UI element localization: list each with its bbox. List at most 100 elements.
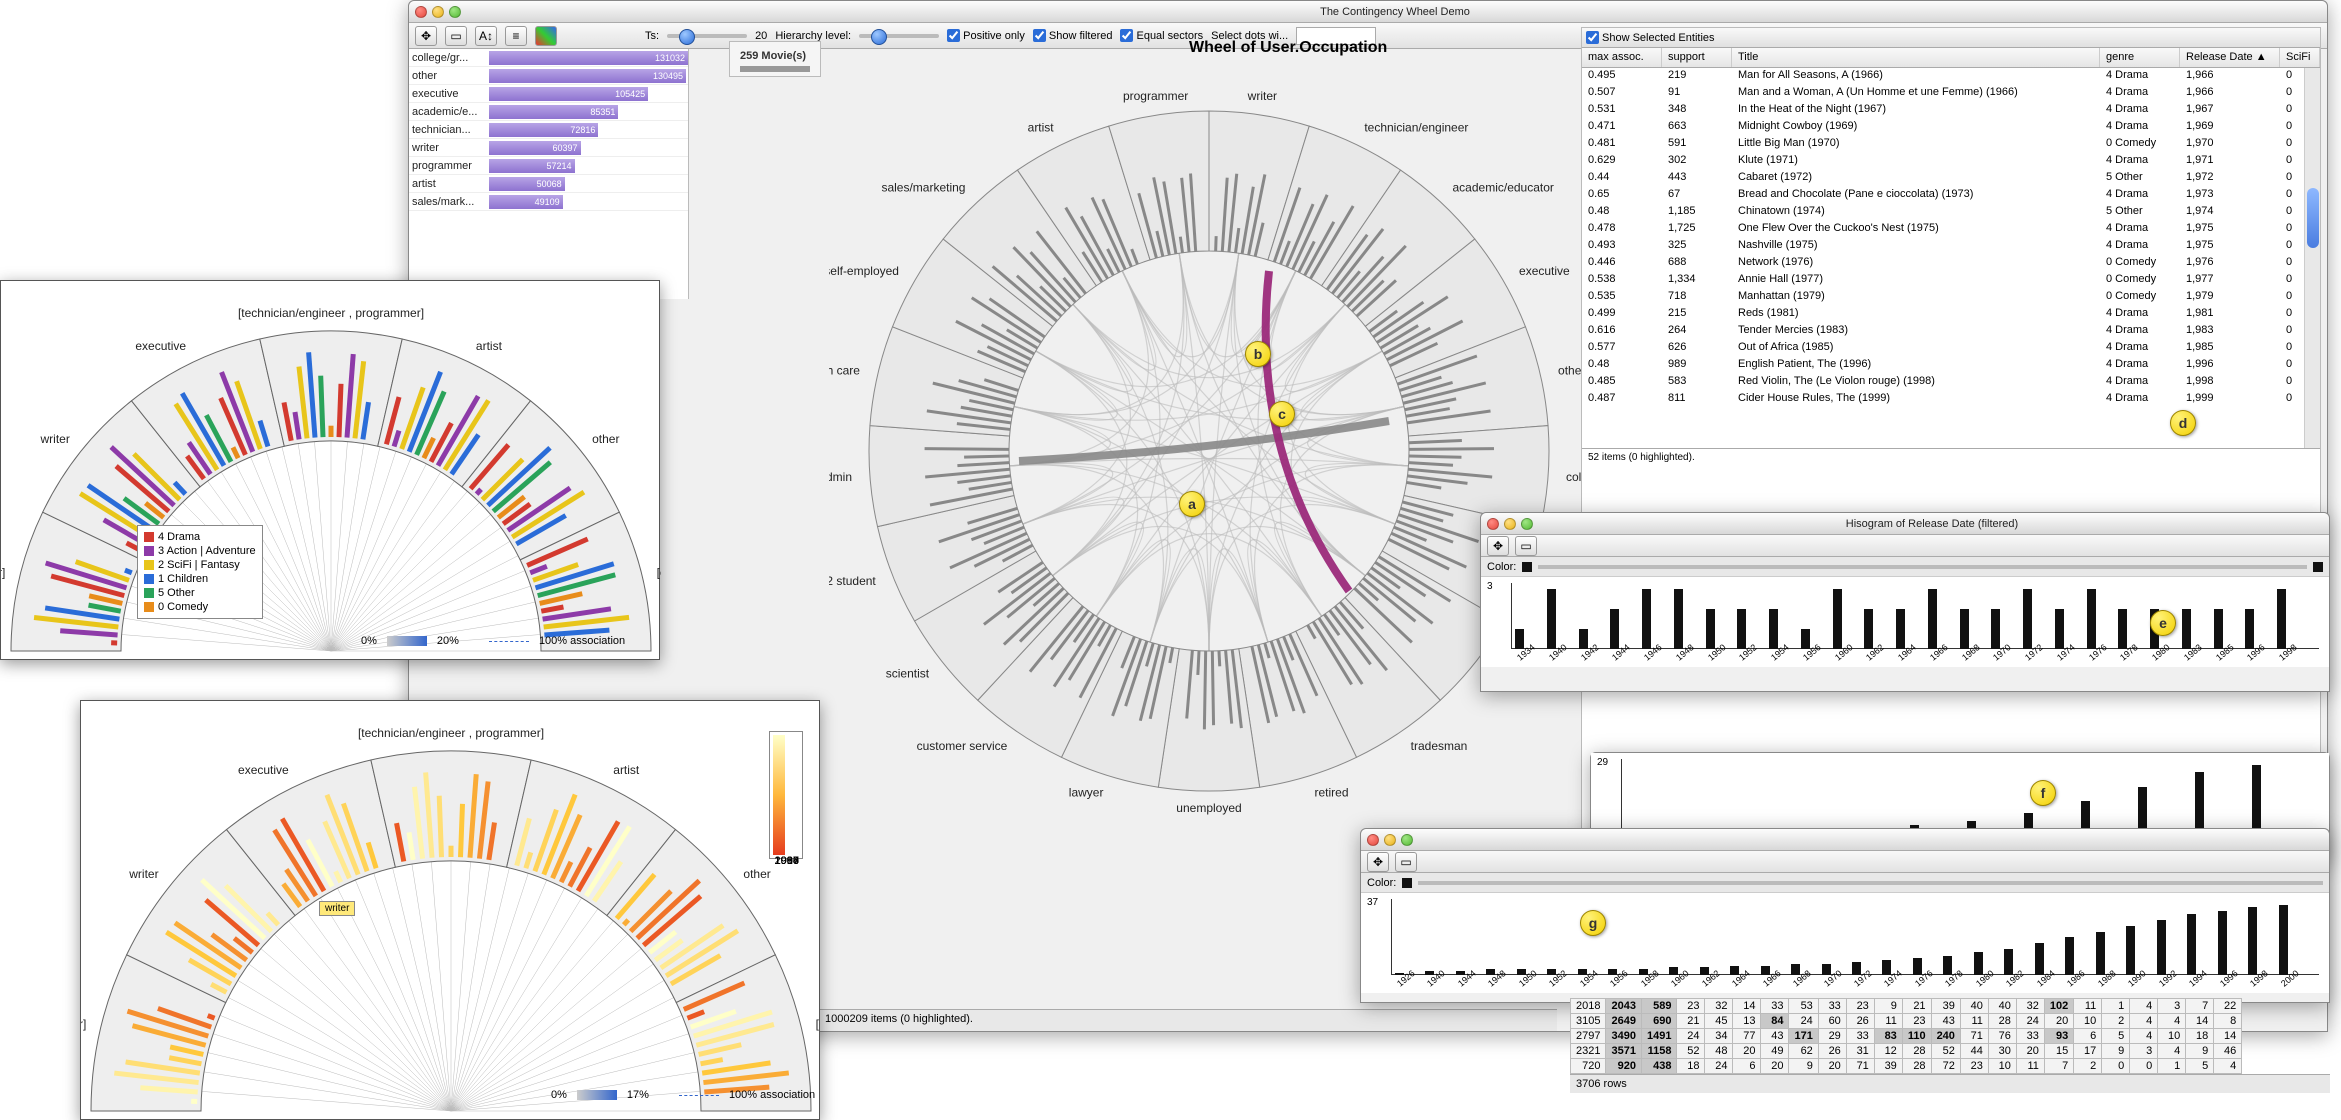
hier-slider[interactable] [859, 34, 939, 38]
color-label: Color: [1487, 561, 1516, 573]
col-genre[interactable]: genre [2100, 48, 2180, 67]
col-title[interactable]: Title [1732, 48, 2100, 67]
table-row[interactable]: 0.485583Red Violin, The (Le Violon rouge… [1582, 374, 2320, 391]
show-entities-check[interactable]: Show Selected Entities [1586, 31, 1715, 44]
close-icon[interactable] [1367, 834, 1379, 846]
col-scifi[interactable]: SciFi [2280, 48, 2320, 67]
col-releasedate[interactable]: Release Date ▲ [2180, 48, 2280, 67]
table-row[interactable]: 0.535718Manhattan (1979)0 Comedy1,9790 [1582, 289, 2320, 306]
minimize-icon[interactable] [432, 6, 444, 18]
bar-row[interactable]: sales/mark...49109 [409, 193, 688, 211]
positive-only-check[interactable]: Positive only [947, 29, 1025, 42]
hist-filtered-titlebar[interactable]: Hisogram of Release Date (filtered) [1481, 513, 2329, 535]
col-support[interactable]: support [1662, 48, 1732, 67]
table-row[interactable]: 0.44443Cabaret (1972)5 Other1,9720 [1582, 170, 2320, 187]
minimize-icon[interactable] [1504, 518, 1516, 530]
bar-row[interactable]: programmer57214 [409, 157, 688, 175]
movie-count-badge: 259 Movie(s) [729, 41, 821, 77]
marker-e: e [2150, 610, 2176, 636]
select-tool-icon[interactable]: ▭ [445, 26, 467, 46]
table-row[interactable]: 0.50791Man and a Woman, A (Un Homme et u… [1582, 85, 2320, 102]
minimize-icon[interactable] [1384, 834, 1396, 846]
traffic-lights[interactable] [415, 6, 461, 18]
show-filtered-check[interactable]: Show filtered [1033, 29, 1113, 42]
marker-g: g [1580, 910, 1606, 936]
select-tool-icon[interactable]: ▭ [1515, 536, 1537, 556]
color-swatch[interactable] [2313, 562, 2323, 572]
filter-tool-icon[interactable]: ≡ [505, 26, 527, 46]
table-row[interactable]: 0.616264Tender Mercies (1983)4 Drama1,98… [1582, 323, 2320, 340]
window-title: The Contingency Wheel Demo [469, 6, 2321, 18]
svg-text:artist: artist [476, 339, 503, 353]
svg-text:retired: retired [1315, 785, 1349, 799]
table-row[interactable]: 0.4781,725One Flew Over the Cuckoo's Nes… [1582, 221, 2320, 238]
marker-d: d [2170, 410, 2196, 436]
bar-row[interactable]: other130495 [409, 67, 688, 85]
color-tool-icon[interactable] [535, 26, 557, 46]
entities-scrollbar[interactable] [2304, 68, 2320, 448]
svg-text:tradesman: tradesman [1411, 739, 1468, 753]
svg-text:other: other [592, 432, 619, 446]
sort-tool-icon[interactable]: A↕ [475, 26, 497, 46]
zoom-icon[interactable] [449, 6, 461, 18]
table-row[interactable]: 0.48989English Patient, The (1996)4 Dram… [1582, 357, 2320, 374]
table-row[interactable]: 0.481,185Chinatown (1974)5 Other1,9740 [1582, 204, 2320, 221]
table-row[interactable]: 0.531348In the Heat of the Night (1967)4… [1582, 102, 2320, 119]
color-slider[interactable] [1418, 881, 2323, 885]
color-swatch[interactable] [1522, 562, 1532, 572]
move-tool-icon[interactable]: ✥ [415, 26, 437, 46]
svg-text:[retired, academic/educator]: [retired, academic/educator] [1, 566, 5, 580]
color-slider[interactable] [1538, 565, 2307, 569]
bar-row[interactable]: executive105425 [409, 85, 688, 103]
bar-row[interactable]: academic/e...85351 [409, 103, 688, 121]
bar-row[interactable]: college/gr...131032 [409, 49, 688, 67]
table-row[interactable]: 0.5381,334Annie Hall (1977)0 Comedy1,977… [1582, 272, 2320, 289]
table-row[interactable]: 0.6567Bread and Chocolate (Pane e ciocco… [1582, 187, 2320, 204]
bar-row[interactable]: writer60397 [409, 139, 688, 157]
svg-text:[college/grad student , K-12 s: [college/grad student , K-12 student] [657, 566, 661, 580]
svg-text:executive: executive [238, 763, 289, 777]
table-row[interactable]: 0.446688Network (1976)0 Comedy1,9760 [1582, 255, 2320, 272]
hist-full-plot[interactable]: 3719261940194419481950195219541956195819… [1361, 893, 2329, 993]
svg-text:technician/engineer: technician/engineer [1364, 121, 1468, 135]
contingency-numeric-grid[interactable]: 2018204358923321433533323921394040321021… [1570, 998, 2330, 1093]
svg-text:[technician/engineer , program: [technician/engineer , programmer] [358, 726, 544, 740]
zoom-icon[interactable] [1401, 834, 1413, 846]
move-tool-icon[interactable]: ✥ [1487, 536, 1509, 556]
svg-text:self-employed: self-employed [829, 264, 899, 278]
marker-b: b [1245, 341, 1271, 367]
hist-full-titlebar[interactable] [1361, 829, 2329, 851]
table-row[interactable]: 0.495219Man for All Seasons, A (1966)4 D… [1582, 68, 2320, 85]
table-row[interactable]: 0.487811Cider House Rules, The (1999)4 D… [1582, 391, 2320, 408]
svg-text:sales/marketing: sales/marketing [881, 181, 965, 195]
table-row[interactable]: 0.577626Out of Africa (1985)4 Drama1,985… [1582, 340, 2320, 357]
svg-text:[technician/engineer , program: [technician/engineer , programmer] [238, 306, 424, 320]
svg-text:programmer: programmer [1123, 89, 1188, 103]
table-row[interactable]: 0.499215Reds (1981)4 Drama1,9810 [1582, 306, 2320, 323]
contingency-wheel[interactable]: writertechnician/engineeracademic/educat… [829, 71, 1589, 831]
table-row[interactable]: 0.629302Klute (1971)4 Drama1,9710 [1582, 153, 2320, 170]
bar-row[interactable]: technician...72816 [409, 121, 688, 139]
svg-text:executive: executive [135, 339, 186, 353]
table-row[interactable]: 0.481591Little Big Man (1970)0 Comedy1,9… [1582, 136, 2320, 153]
col-maxassoc[interactable]: max assoc. [1582, 48, 1662, 67]
hist-filtered-plot[interactable]: 3193419401942194419461948195019521954195… [1481, 577, 2329, 667]
table-row[interactable]: 0.493325Nashville (1975)4 Drama1,9750 [1582, 238, 2320, 255]
inset-a-assoc: 0%20% 100% association [361, 635, 625, 647]
inset-b-assoc: 0%17% 100% association [551, 1089, 815, 1101]
svg-text:artist: artist [1028, 121, 1055, 135]
marker-f: f [2030, 780, 2056, 806]
color-swatch[interactable] [1402, 878, 1412, 888]
select-tool-icon[interactable]: ▭ [1395, 852, 1417, 872]
entities-body[interactable]: 0.495219Man for All Seasons, A (1966)4 D… [1582, 68, 2320, 448]
bar-row[interactable]: artist50068 [409, 175, 688, 193]
ts-slider[interactable] [667, 34, 747, 38]
table-row[interactable]: 0.471663Midnight Cowboy (1969)4 Drama1,9… [1582, 119, 2320, 136]
main-titlebar[interactable]: The Contingency Wheel Demo [409, 1, 2327, 23]
zoom-icon[interactable] [1521, 518, 1533, 530]
move-tool-icon[interactable]: ✥ [1367, 852, 1389, 872]
close-icon[interactable] [415, 6, 427, 18]
entities-columns[interactable]: max assoc. support Title genre Release D… [1582, 48, 2320, 68]
svg-text:academic/educator: academic/educator [1453, 181, 1554, 195]
close-icon[interactable] [1487, 518, 1499, 530]
